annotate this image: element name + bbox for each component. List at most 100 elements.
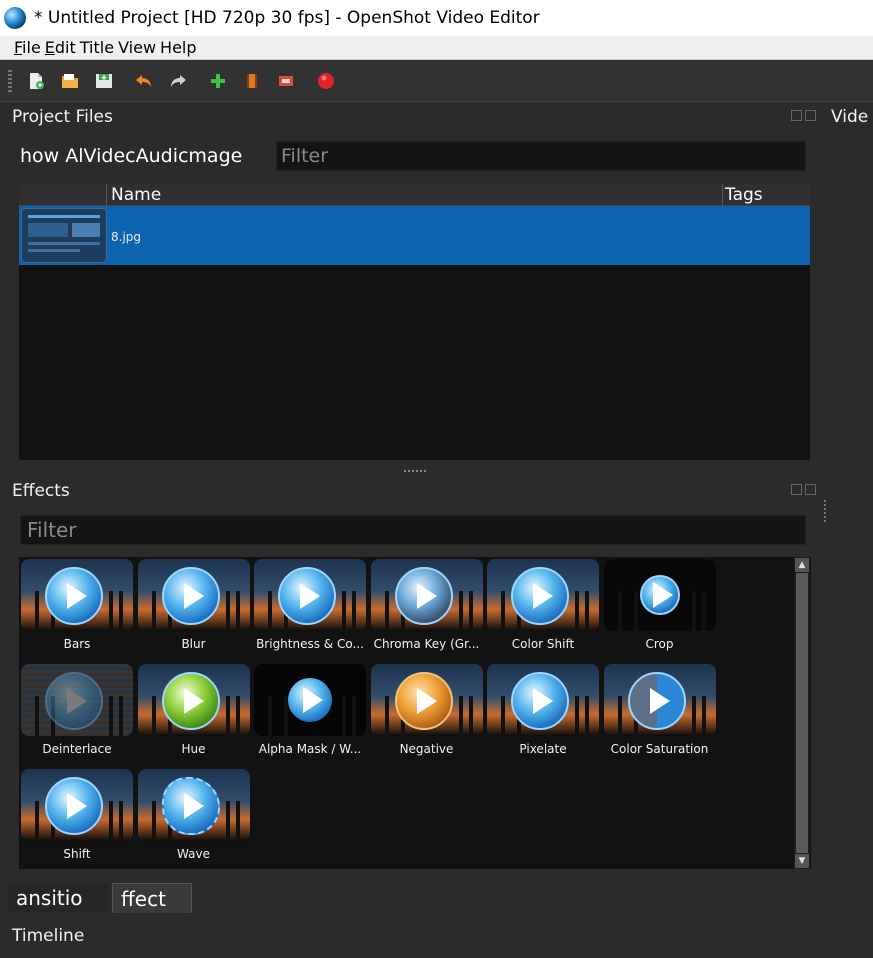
effect-item[interactable]: Bars: [21, 559, 133, 659]
scroll-thumb[interactable]: [796, 573, 808, 853]
close-icon[interactable]: [805, 484, 816, 495]
effect-label: Color Shift: [511, 637, 575, 651]
effect-thumbnail: [370, 664, 483, 736]
menu-file[interactable]: File: [14, 38, 41, 57]
play-icon: [45, 567, 103, 625]
play-icon: [511, 672, 569, 730]
tab-show-all[interactable]: how Al: [20, 145, 84, 167]
effect-item[interactable]: Alpha Mask / W...: [254, 664, 366, 764]
effect-label: Blur: [181, 637, 206, 651]
effect-label: Brightness & Co...: [256, 637, 364, 651]
play-icon: [511, 567, 569, 625]
close-icon[interactable]: [805, 110, 816, 121]
effect-thumbnail: [254, 559, 366, 631]
effect-item[interactable]: Hue: [137, 664, 250, 764]
effect-thumbnail: [137, 559, 250, 631]
play-icon: [161, 777, 220, 835]
effect-thumbnail: [137, 769, 250, 841]
effects-filter-input[interactable]: Filter: [20, 515, 806, 545]
import-files-icon[interactable]: [208, 71, 228, 91]
effect-thumbnail: [137, 664, 250, 736]
undo-icon[interactable]: [134, 71, 154, 91]
play-icon: [288, 678, 332, 722]
effect-label: Alpha Mask / W...: [258, 742, 362, 756]
play-icon: [161, 567, 220, 625]
effect-label: Wave: [177, 847, 210, 861]
project-files-dock-controls: [791, 110, 819, 124]
effect-item[interactable]: Deinterlace: [21, 664, 133, 764]
column-tags-header[interactable]: Tags: [725, 185, 763, 205]
effect-thumbnail: [21, 559, 133, 631]
tab-video[interactable]: Videc: [84, 145, 136, 167]
effect-thumbnail: [370, 559, 483, 631]
column-name-header[interactable]: Name: [111, 185, 161, 205]
effect-item[interactable]: Chroma Key (Gr...: [370, 559, 483, 659]
dock-resize-grip[interactable]: [824, 500, 826, 522]
openshot-logo-icon: [4, 7, 26, 29]
export-video-icon[interactable]: [316, 71, 336, 91]
project-files-filter-tabs: how Al Videc Audic mage: [20, 141, 276, 171]
effect-label: Bars: [63, 637, 91, 651]
play-icon: [161, 672, 220, 730]
profile-icon[interactable]: [242, 71, 262, 91]
float-icon[interactable]: [791, 484, 802, 495]
tab-audio[interactable]: Audic: [136, 145, 189, 167]
play-icon: [394, 567, 453, 625]
menu-help[interactable]: Help: [160, 38, 196, 57]
fullscreen-icon[interactable]: [276, 71, 296, 91]
effect-thumbnail: [487, 559, 599, 631]
file-row[interactable]: 8.jpg: [19, 206, 810, 265]
effect-item[interactable]: Pixelate: [487, 664, 599, 764]
effect-thumbnail: [21, 664, 133, 736]
toolbar-grip[interactable]: [8, 69, 12, 92]
effect-item[interactable]: Crop: [603, 559, 716, 659]
project-files-filter-input[interactable]: Filter: [276, 141, 806, 171]
float-icon[interactable]: [791, 110, 802, 121]
tab-effects[interactable]: ffect: [112, 883, 192, 913]
main-toolbar: [0, 60, 873, 102]
effect-label: Crop: [645, 637, 674, 651]
effect-item[interactable]: Brightness & Co...: [254, 559, 366, 659]
effect-item[interactable]: Color Saturation: [603, 664, 716, 764]
file-thumbnail: [21, 208, 107, 263]
menu-bar: File Edit Title View Help: [0, 36, 873, 60]
effect-label: Chroma Key (Gr...: [373, 637, 480, 651]
play-icon: [278, 567, 336, 625]
effect-label: Negative: [399, 742, 454, 756]
menu-edit[interactable]: Edit: [45, 38, 76, 57]
tab-image[interactable]: mage: [188, 145, 242, 167]
new-project-icon[interactable]: [26, 71, 46, 91]
files-table-header: Name Tags: [19, 184, 810, 206]
effect-item[interactable]: Negative: [370, 664, 483, 764]
effect-label: Shift: [63, 847, 91, 861]
effect-label: Deinterlace: [42, 742, 112, 756]
effect-thumbnail: [603, 559, 716, 631]
open-project-icon[interactable]: [60, 71, 80, 91]
effect-label: Pixelate: [519, 742, 567, 756]
video-preview-title: Vide: [831, 107, 869, 127]
play-icon: [45, 777, 103, 835]
effect-item[interactable]: Shift: [21, 769, 133, 869]
redo-icon[interactable]: [168, 71, 188, 91]
project-files-title: Project Files: [12, 107, 113, 127]
effects-title: Effects: [12, 481, 70, 501]
save-project-icon[interactable]: [94, 71, 114, 91]
dock-splitter-handle[interactable]: [404, 470, 428, 472]
effects-dock-controls: [791, 484, 819, 498]
tab-transitions[interactable]: ansitio: [8, 883, 108, 913]
effects-scrollbar[interactable]: ▲ ▼: [794, 557, 810, 869]
scroll-down-arrow-icon[interactable]: ▼: [795, 854, 809, 868]
file-name: 8.jpg: [111, 230, 142, 244]
project-files-table: Name Tags 8.jpg: [18, 183, 811, 461]
play-icon: [45, 672, 103, 730]
play-icon: [627, 672, 686, 730]
menu-title[interactable]: Title: [80, 38, 114, 57]
timeline-title: Timeline: [12, 926, 85, 946]
menu-view[interactable]: View: [118, 38, 156, 57]
effect-thumbnail: [487, 664, 599, 736]
scroll-up-arrow-icon[interactable]: ▲: [795, 558, 809, 572]
effect-label: Color Saturation: [610, 742, 709, 756]
effect-item[interactable]: Wave: [137, 769, 250, 869]
effect-item[interactable]: Blur: [137, 559, 250, 659]
effect-item[interactable]: Color Shift: [487, 559, 599, 659]
